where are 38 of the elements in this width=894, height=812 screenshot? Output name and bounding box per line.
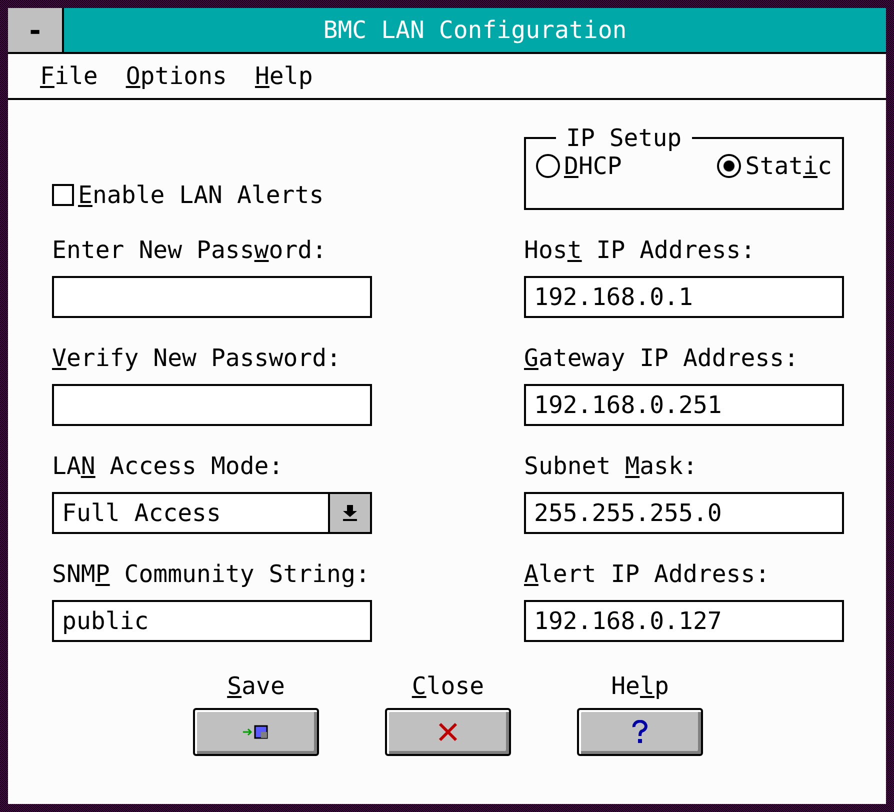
- system-menu-button[interactable]: -: [8, 8, 64, 52]
- checkbox-label[interactable]: Enable LAN Alerts: [78, 181, 324, 209]
- radio-label[interactable]: DHCP: [564, 152, 622, 180]
- input-field[interactable]: 255.255.255.0: [524, 492, 844, 534]
- input-field[interactable]: 192.168.0.1: [524, 276, 844, 318]
- radio-label[interactable]: Static: [745, 152, 832, 180]
- field-label: Alert IP Address:: [524, 560, 771, 590]
- close-icon: [438, 722, 458, 742]
- input-field[interactable]: 192.168.0.127: [524, 600, 844, 642]
- input-field[interactable]: 192.168.0.251: [524, 384, 844, 426]
- button-label: Save: [227, 672, 285, 700]
- checkbox[interactable]: [52, 184, 74, 206]
- save-button[interactable]: [193, 708, 319, 756]
- field-label: SNMP Community String:: [52, 560, 371, 590]
- enter-arrow-icon: [243, 725, 269, 739]
- button-label: Close: [412, 672, 484, 700]
- access-mode-dropdown[interactable]: Full Access: [52, 492, 372, 534]
- radio-button[interactable]: [717, 154, 742, 178]
- field-label: Enter New Password:: [52, 236, 328, 266]
- dropdown-arrow-icon[interactable]: [343, 505, 357, 521]
- group-title: IP Setup: [565, 124, 683, 152]
- menu-item[interactable]: Options: [126, 62, 227, 90]
- input-field[interactable]: [52, 276, 372, 318]
- menu-item[interactable]: Help: [254, 62, 313, 90]
- window-title: BMC LAN Configuration: [322, 15, 628, 46]
- input-field[interactable]: [52, 384, 372, 426]
- field-label: Host IP Address:: [524, 236, 756, 266]
- radio-button[interactable]: [536, 154, 560, 178]
- field-label: Verify New Password:: [52, 344, 342, 374]
- menu-item[interactable]: File: [40, 62, 98, 90]
- input-field[interactable]: public: [52, 600, 372, 642]
- close-button[interactable]: [385, 708, 511, 756]
- field-label: Subnet Mask:: [524, 452, 698, 482]
- field-label: Gateway IP Address:: [524, 344, 800, 374]
- question-mark-icon: [632, 720, 648, 744]
- field-label: LAN Access Mode:: [52, 452, 284, 482]
- button-label: Help: [611, 672, 669, 700]
- help-button[interactable]: [577, 708, 703, 756]
